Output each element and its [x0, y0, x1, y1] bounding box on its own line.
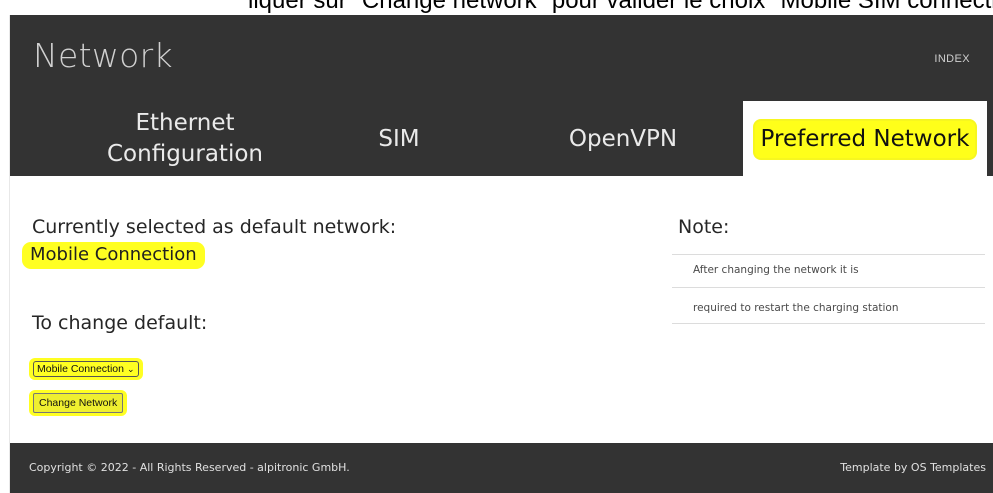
note-divider	[672, 323, 985, 324]
network-select-highlight: Mobile Connection ⌄	[29, 358, 143, 380]
copyright-text: Copyright © 2022 - All Rights Reserved -…	[29, 461, 350, 474]
tab-sim[interactable]: SIM	[349, 101, 449, 177]
tab-label: SIM	[378, 125, 420, 152]
note-divider	[672, 287, 985, 288]
header-bar: Network INDEX Ethernet Configuration SIM…	[10, 15, 993, 177]
caption-text: liquer sur "Change network" pour valider…	[248, 0, 993, 14]
template-credit-link[interactable]: Template by OS Templates	[840, 461, 986, 474]
index-link[interactable]: INDEX	[934, 53, 970, 65]
note-title: Note:	[678, 216, 730, 238]
network-page: Network INDEX Ethernet Configuration SIM…	[9, 15, 993, 493]
tab-ethernet-configuration[interactable]: Ethernet Configuration	[94, 101, 276, 177]
note-line-1: After changing the network it is	[693, 264, 859, 276]
change-button-highlight: Change Network	[29, 390, 128, 416]
network-select[interactable]: Mobile Connection ⌄	[33, 361, 139, 377]
tab-label-line1: Ethernet	[135, 110, 235, 136]
tab-label: Preferred Network	[754, 120, 976, 158]
note-line-2: required to restart the charging station	[693, 302, 899, 314]
note-divider	[672, 254, 985, 255]
tab-openvpn[interactable]: OpenVPN	[558, 101, 688, 177]
tab-label: OpenVPN	[568, 125, 678, 152]
footer-bar: Copyright © 2022 - All Rights Reserved -…	[10, 443, 993, 493]
current-network-label: Currently selected as default network:	[32, 216, 397, 238]
change-network-button[interactable]: Change Network	[33, 393, 124, 413]
page-title: Network	[33, 36, 173, 75]
network-select-value: Mobile Connection	[37, 363, 124, 375]
current-network-value: Mobile Connection	[22, 242, 205, 269]
chevron-down-icon: ⌄	[126, 364, 135, 374]
tab-preferred-network[interactable]: Preferred Network	[743, 101, 987, 177]
change-default-label: To change default:	[32, 312, 208, 334]
tab-label-line2: Configuration	[107, 141, 263, 167]
